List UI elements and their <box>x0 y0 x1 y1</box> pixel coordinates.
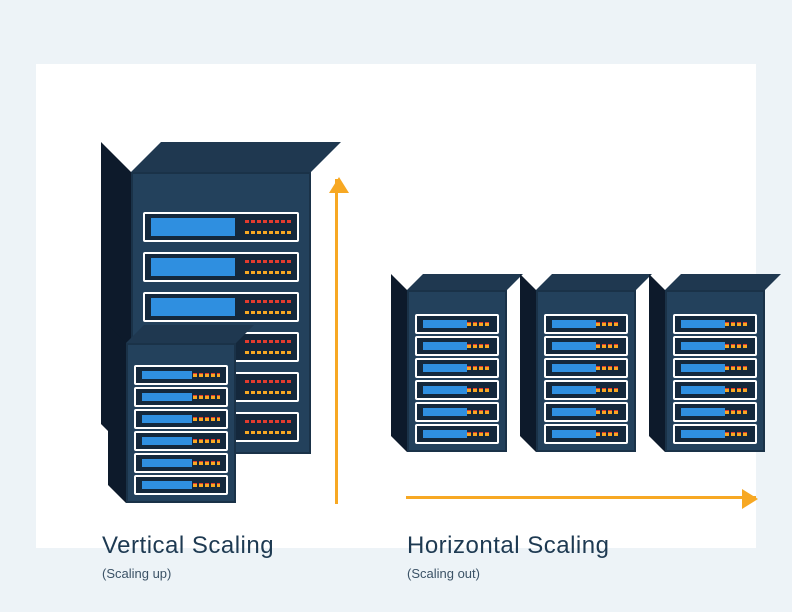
server-rack-small <box>108 343 236 503</box>
server-rack-3 <box>649 290 765 452</box>
server-rack-1 <box>391 290 507 452</box>
vertical-subtitle: (Scaling up) <box>102 566 171 581</box>
horizontal-title: Horizontal Scaling <box>407 532 609 560</box>
diagram-canvas: Vertical Scaling (Scaling up) Horizontal… <box>36 64 756 548</box>
horizontal-subtitle: (Scaling out) <box>407 566 480 581</box>
vertical-title: Vertical Scaling <box>102 532 274 560</box>
arrow-right-icon <box>406 496 756 499</box>
arrow-up-icon <box>335 179 338 504</box>
server-rack-2 <box>520 290 636 452</box>
